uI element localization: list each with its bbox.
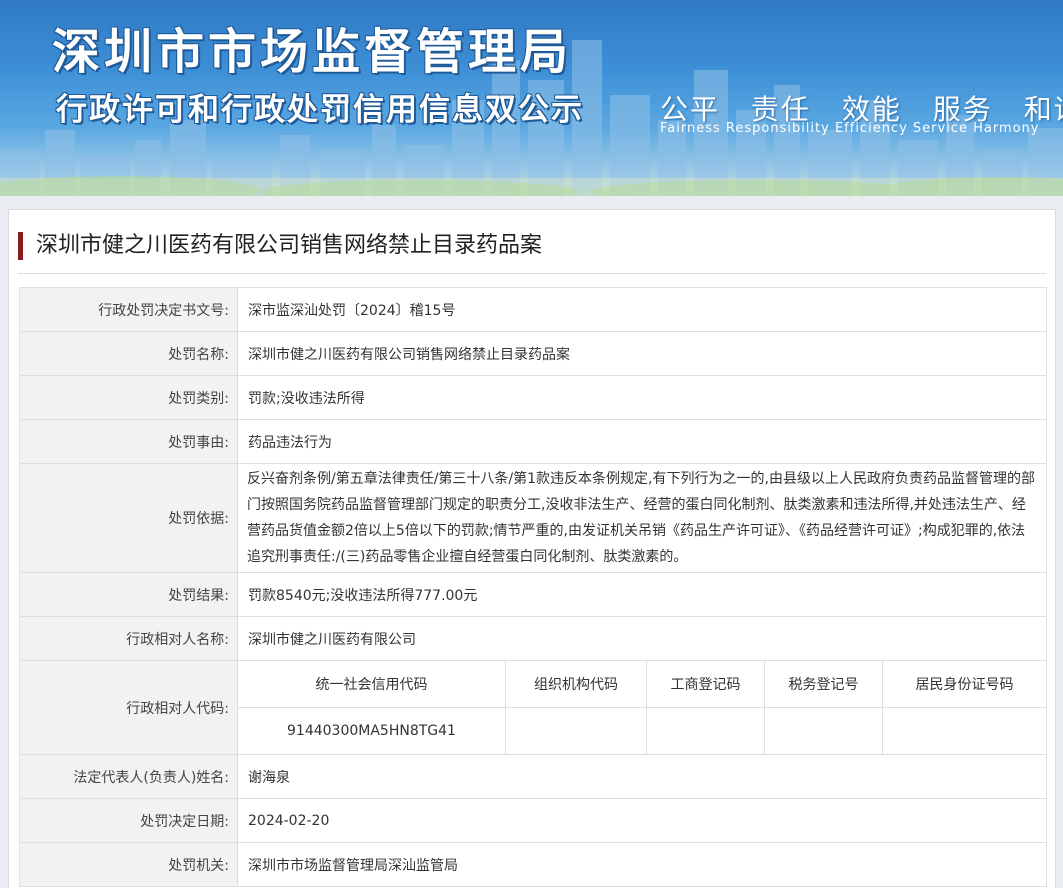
code-header: 组织机构代码 (505, 661, 647, 708)
row-label: 处罚机关: (19, 842, 238, 887)
row-value: 深圳市市场监督管理局深汕监管局 (237, 842, 1047, 887)
title-divider (18, 273, 1046, 274)
table-row: 处罚机关: 深圳市市场监督管理局深汕监管局 (19, 842, 1047, 887)
code-value: 91440300MA5HN8TG41 (238, 707, 506, 754)
header-banner: 深圳市市场监督管理局 行政许可和行政处罚信用信息双公示 公平 责任 效能 服务 … (0, 0, 1063, 196)
row-label: 处罚依据: (19, 463, 238, 573)
case-detail-card: 深圳市健之川医药有限公司销售网络禁止目录药品案 行政处罚决定书文号: 深市监深汕… (8, 209, 1056, 888)
table-row: 处罚依据: 反兴奋剂条例/第五章法律责任/第三十八条/第1款违反本条例规定,有下… (19, 463, 1047, 573)
row-label: 处罚类别: (19, 375, 238, 420)
code-value (882, 707, 1046, 754)
row-label: 行政相对人名称: (19, 616, 238, 661)
code-table-cell: 统一社会信用代码 组织机构代码 工商登记码 税务登记号 居民身份证号码 9144… (237, 660, 1047, 755)
row-value: 罚款;没收违法所得 (237, 375, 1047, 420)
row-value: 深市监深汕处罚〔2024〕稽15号 (237, 287, 1047, 332)
row-label: 处罚决定日期: (19, 798, 238, 843)
code-header: 统一社会信用代码 (238, 661, 506, 708)
row-value: 深圳市健之川医药有限公司 (237, 616, 1047, 661)
row-value: 2024-02-20 (237, 798, 1047, 843)
code-value-row: 91440300MA5HN8TG41 (238, 707, 1046, 754)
code-table: 统一社会信用代码 组织机构代码 工商登记码 税务登记号 居民身份证号码 9144… (238, 661, 1046, 754)
code-header: 工商登记码 (646, 661, 765, 708)
case-info-table: 行政处罚决定书文号: 深市监深汕处罚〔2024〕稽15号 处罚名称: 深圳市健之… (19, 287, 1047, 887)
site-title: 深圳市市场监督管理局 (52, 24, 573, 80)
code-value (646, 707, 765, 754)
table-row: 处罚类别: 罚款;没收违法所得 (19, 375, 1047, 420)
table-row: 处罚结果: 罚款8540元;没收违法所得777.00元 (19, 572, 1047, 617)
site-subtitle: 行政许可和行政处罚信用信息双公示 (56, 92, 584, 128)
row-value: 反兴奋剂条例/第五章法律责任/第三十八条/第1款违反本条例规定,有下列行为之一的… (237, 463, 1047, 573)
code-value (764, 707, 883, 754)
row-label: 处罚名称: (19, 331, 238, 376)
slogan-english: Fairness Responsibility Efficiency Servi… (660, 121, 1040, 136)
table-row: 处罚事由: 药品违法行为 (19, 419, 1047, 464)
row-label: 行政相对人代码: (19, 660, 238, 755)
table-row: 行政相对人代码: 统一社会信用代码 组织机构代码 工商登记码 税务登记号 居民身… (19, 660, 1047, 755)
table-row: 处罚名称: 深圳市健之川医药有限公司销售网络禁止目录药品案 (19, 331, 1047, 376)
row-label: 行政处罚决定书文号: (19, 287, 238, 332)
case-title: 深圳市健之川医药有限公司销售网络禁止目录药品案 (18, 232, 542, 260)
table-row: 行政处罚决定书文号: 深市监深汕处罚〔2024〕稽15号 (19, 287, 1047, 332)
code-header: 居民身份证号码 (882, 661, 1046, 708)
row-label: 处罚事由: (19, 419, 238, 464)
row-label: 处罚结果: (19, 572, 238, 617)
row-value: 深圳市健之川医药有限公司销售网络禁止目录药品案 (237, 331, 1047, 376)
row-value: 药品违法行为 (237, 419, 1047, 464)
code-value (505, 707, 647, 754)
code-header: 税务登记号 (764, 661, 883, 708)
row-label: 法定代表人(负责人)姓名: (19, 754, 238, 799)
table-row: 法定代表人(负责人)姓名: 谢海泉 (19, 754, 1047, 799)
row-value: 罚款8540元;没收违法所得777.00元 (237, 572, 1047, 617)
table-row: 行政相对人名称: 深圳市健之川医药有限公司 (19, 616, 1047, 661)
row-value: 谢海泉 (237, 754, 1047, 799)
table-row: 处罚决定日期: 2024-02-20 (19, 798, 1047, 843)
code-header-row: 统一社会信用代码 组织机构代码 工商登记码 税务登记号 居民身份证号码 (238, 661, 1046, 708)
